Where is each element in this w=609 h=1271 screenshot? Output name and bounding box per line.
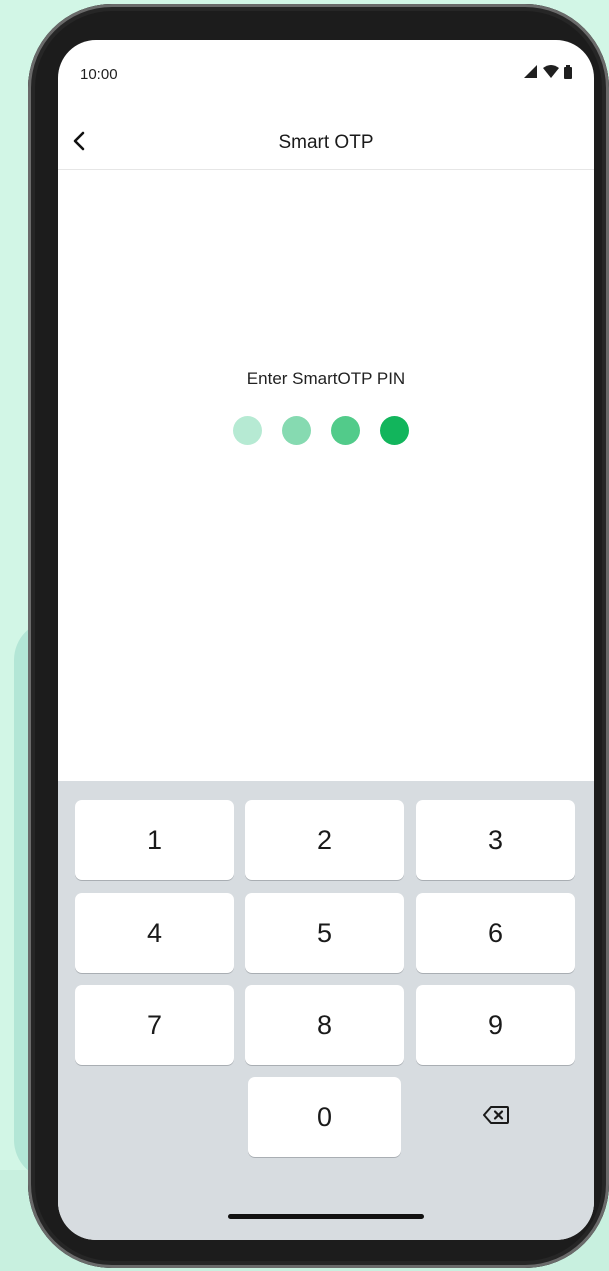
page-title: Smart OTP xyxy=(278,132,374,153)
signal-icon xyxy=(524,65,538,83)
home-indicator[interactable] xyxy=(228,1214,424,1219)
backspace-icon xyxy=(482,1105,509,1129)
key-8[interactable]: 8 xyxy=(245,985,404,1065)
status-bar: 10:00 xyxy=(58,40,594,110)
key-0[interactable]: 0 xyxy=(248,1077,401,1157)
phone-screen: 10:00 Smart OTP Enter SmartOTP PIN 1 2 3… xyxy=(58,40,594,1240)
app-bar: Smart OTP xyxy=(58,118,594,170)
pin-dot xyxy=(282,416,311,445)
key-5[interactable]: 5 xyxy=(245,893,404,973)
key-7[interactable]: 7 xyxy=(75,985,234,1065)
backspace-button[interactable] xyxy=(416,1077,575,1157)
key-9[interactable]: 9 xyxy=(416,985,575,1065)
key-3[interactable]: 3 xyxy=(416,800,575,880)
pin-prompt: Enter SmartOTP PIN xyxy=(246,369,406,388)
pin-dot xyxy=(380,416,409,445)
status-time: 10:00 xyxy=(80,66,118,83)
numeric-keypad: 1 2 3 4 5 6 7 8 9 0 xyxy=(58,781,594,1240)
battery-icon xyxy=(564,64,572,84)
key-2[interactable]: 2 xyxy=(245,800,404,880)
key-6[interactable]: 6 xyxy=(416,893,575,973)
pin-dot xyxy=(331,416,360,445)
status-icons xyxy=(524,64,572,84)
wifi-icon xyxy=(543,65,559,83)
pin-dot xyxy=(233,416,262,445)
key-4[interactable]: 4 xyxy=(75,893,234,973)
pin-dots xyxy=(233,416,409,446)
key-1[interactable]: 1 xyxy=(75,800,234,880)
